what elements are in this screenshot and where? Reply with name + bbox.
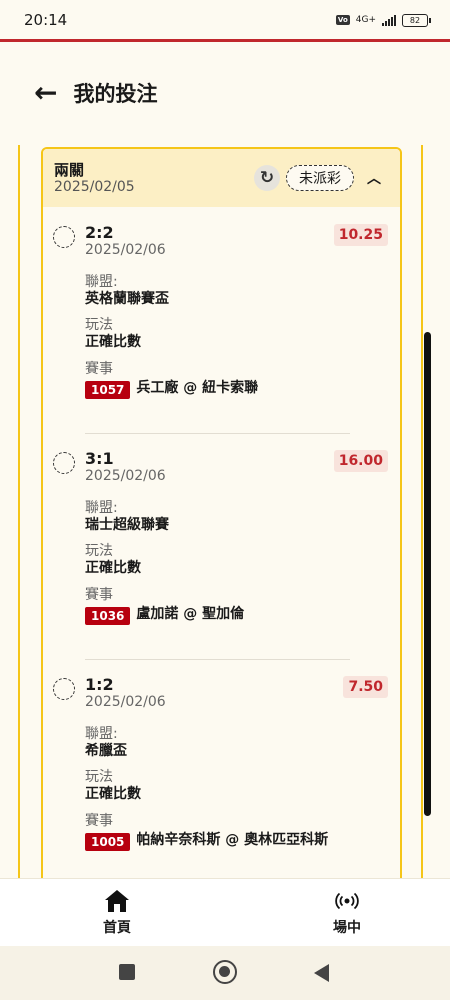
home-circle-icon[interactable] xyxy=(213,960,237,984)
status-time: 20:14 xyxy=(24,11,68,29)
play-value: 正確比數 xyxy=(85,560,141,577)
battery-icon: 82 xyxy=(402,13,431,27)
scrollbar[interactable] xyxy=(424,332,431,816)
league-label: 聯盟: xyxy=(85,500,118,517)
status-bar: 20:14 Vo 4G+ 82 xyxy=(0,0,450,40)
match-number-badge: 1036 xyxy=(85,606,131,625)
bottom-nav: 首頁 場中 xyxy=(0,878,450,946)
header-accent-line xyxy=(0,39,450,42)
list-border-left xyxy=(18,145,20,880)
match-name: 帕納辛奈科斯 @ 奧林匹亞科斯 xyxy=(136,831,329,848)
bet-card-header[interactable]: 兩關 2025/02/05 ↻ 未派彩 ︿ xyxy=(43,149,400,207)
match-label: 賽事 xyxy=(85,586,113,603)
leg-status-icon xyxy=(53,452,75,474)
league-label: 聯盟: xyxy=(85,726,118,743)
network-label: 4G+ xyxy=(355,15,376,25)
match-name: 兵工廠 @ 紐卡索聯 xyxy=(136,379,259,396)
chevron-up-icon[interactable]: ︿ xyxy=(360,168,388,188)
bet-leg: 1:2 2025/02/06 7.50 聯盟: 希臘盃 玩法 正確比數 賽事 1… xyxy=(43,659,400,885)
recents-icon[interactable] xyxy=(119,964,135,980)
status-badge: 未派彩 xyxy=(286,165,354,191)
match-number-badge: 1057 xyxy=(85,380,131,399)
bet-date: 2025/02/05 xyxy=(54,179,135,196)
page-title: 我的投注 xyxy=(73,82,158,106)
status-icons: Vo 4G+ 82 xyxy=(335,13,431,27)
broadcast-icon xyxy=(307,887,387,915)
play-value: 正確比數 xyxy=(85,334,141,351)
nav-label-live: 場中 xyxy=(333,920,361,936)
system-nav-bar xyxy=(0,946,450,1000)
bet-leg: 3:1 2025/02/06 16.00 聯盟: 瑞士超級聯賽 玩法 正確比數 … xyxy=(43,433,400,659)
play-label: 玩法 xyxy=(85,769,113,786)
list-border-right xyxy=(421,145,423,880)
volte-icon: Vo xyxy=(335,15,350,25)
league-value: 希臘盃 xyxy=(85,742,127,759)
nav-item-live[interactable]: 場中 xyxy=(307,887,387,937)
match-name: 盧加諾 @ 聖加倫 xyxy=(136,605,245,622)
match-label: 賽事 xyxy=(85,812,113,829)
signal-icon xyxy=(382,14,396,26)
match-row: 1057 兵工廠 @ 紐卡索聯 xyxy=(85,380,388,399)
league-value: 英格蘭聯賽盃 xyxy=(85,290,169,307)
match-row: 1036 盧加諾 @ 聖加倫 xyxy=(85,606,388,625)
nav-item-home[interactable]: 首頁 xyxy=(77,887,157,937)
match-label: 賽事 xyxy=(85,360,113,377)
play-label: 玩法 xyxy=(85,317,113,334)
refresh-icon[interactable]: ↻ xyxy=(254,165,280,191)
back-triangle-icon[interactable] xyxy=(314,964,329,982)
league-value: 瑞士超級聯賽 xyxy=(85,516,169,533)
battery-level: 82 xyxy=(409,15,421,25)
page-header: ← 我的投注 xyxy=(34,78,157,108)
leg-status-icon xyxy=(53,678,75,700)
leg-odds: 10.25 xyxy=(333,224,388,246)
nav-label-home: 首頁 xyxy=(103,920,131,936)
play-label: 玩法 xyxy=(85,543,113,560)
arrow-left-icon[interactable]: ← xyxy=(34,79,57,107)
leg-status-icon xyxy=(53,226,75,248)
league-label: 聯盟: xyxy=(85,274,118,291)
bet-summary: 兩關 2025/02/05 xyxy=(54,161,135,196)
bet-type: 兩關 xyxy=(54,160,85,179)
house-icon xyxy=(77,887,157,915)
match-row: 1005 帕納辛奈科斯 @ 奧林匹亞科斯 xyxy=(85,832,388,851)
match-number-badge: 1005 xyxy=(85,832,131,851)
bet-leg: 2:2 2025/02/06 10.25 聯盟: 英格蘭聯賽盃 玩法 正確比數 … xyxy=(43,207,400,433)
play-value: 正確比數 xyxy=(85,786,141,803)
leg-odds: 7.50 xyxy=(343,676,388,698)
bet-card: 兩關 2025/02/05 ↻ 未派彩 ︿ 2:2 2025/02/06 10.… xyxy=(41,147,402,887)
leg-odds: 16.00 xyxy=(333,450,388,472)
